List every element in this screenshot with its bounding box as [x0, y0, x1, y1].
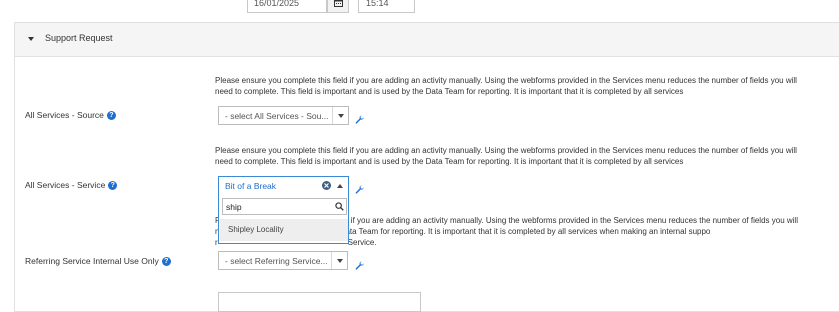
source-help-line-2: need to complete. This field is importan… — [215, 87, 684, 96]
source-select[interactable]: - select All Services - Sou... — [218, 106, 349, 125]
service-label: All Services - Service — [25, 180, 106, 190]
info-icon[interactable]: ? — [161, 256, 171, 266]
dropdown-search-input[interactable]: ship — [222, 198, 347, 215]
service-help-line-1: Please ensure you complete this field if… — [215, 146, 797, 155]
dropdown-search-text: ship — [226, 202, 242, 212]
dropdown-option[interactable]: Shipley Locality — [220, 219, 348, 241]
wrench-icon[interactable] — [355, 181, 364, 199]
referring-help-1b: ld if you are adding an activity manuall… — [342, 216, 798, 225]
calendar-button[interactable] — [327, 0, 349, 13]
next-field-input[interactable] — [218, 292, 421, 312]
service-help-line-2: need to complete. This field is importan… — [215, 157, 684, 166]
service-dropdown: ship Shipley Locality — [218, 194, 349, 244]
clear-icon[interactable] — [322, 181, 331, 190]
service-label-row: All Services - Service ? — [25, 180, 118, 190]
source-select-value: - select All Services - Sou... — [225, 110, 329, 121]
chevron-down-icon[interactable] — [332, 107, 348, 124]
section-header[interactable] — [15, 23, 839, 57]
wrench-icon[interactable] — [355, 111, 364, 129]
section-title: Support Request — [45, 33, 113, 43]
source-label: All Services - Source — [25, 110, 104, 120]
referring-help-2b: ata Team for reporting. It is important … — [345, 227, 711, 236]
source-label-row: All Services - Source ? — [25, 110, 116, 120]
date-input[interactable]: 16/01/2025 — [247, 0, 327, 13]
service-select[interactable]: Bit of a Break — [218, 176, 349, 195]
source-help-line-1: Please ensure you complete this field if… — [215, 76, 797, 85]
service-select-value: Bit of a Break — [225, 180, 277, 191]
form-panel-border — [14, 22, 839, 312]
collapse-caret-icon[interactable] — [28, 37, 34, 41]
search-icon — [335, 202, 344, 213]
referring-label: Referring Service Internal Use Only — [25, 256, 159, 266]
referring-select-value: - select Referring Service... — [225, 255, 328, 266]
referring-select[interactable]: - select Referring Service... — [218, 251, 348, 270]
referring-label-row: Referring Service Internal Use Only ? — [25, 256, 171, 266]
time-input[interactable]: 15:14 — [358, 0, 415, 13]
chevron-up-icon[interactable] — [337, 183, 343, 188]
wrench-icon[interactable] — [355, 257, 364, 275]
info-icon[interactable]: ? — [108, 180, 118, 190]
chevron-down-icon[interactable] — [331, 252, 347, 269]
referring-help-3b: Service. — [347, 238, 377, 247]
info-icon[interactable]: ? — [106, 110, 116, 120]
calendar-icon — [333, 0, 343, 12]
